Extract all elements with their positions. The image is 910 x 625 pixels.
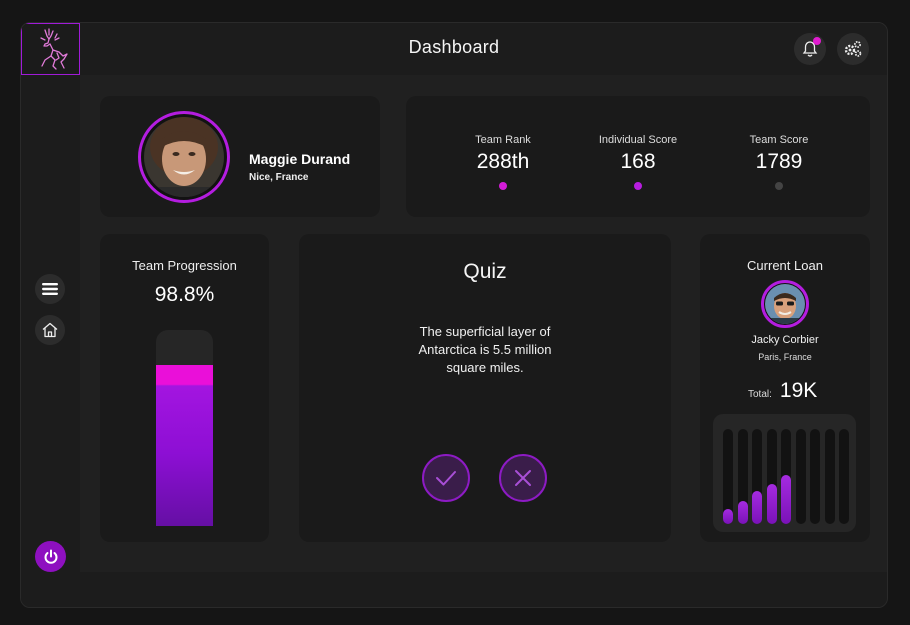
loan-bar-fill bbox=[752, 491, 762, 524]
menu-button[interactable] bbox=[35, 274, 65, 304]
loan-bar-fill bbox=[723, 509, 733, 524]
current-loan-card: Current Loan Jacky Corbier Paris, France… bbox=[700, 234, 870, 542]
home-button[interactable] bbox=[35, 315, 65, 345]
avatar[interactable] bbox=[138, 111, 230, 203]
stat-indicator-dot bbox=[775, 182, 783, 190]
loan-bar-track bbox=[810, 429, 820, 524]
loan-bar-fill bbox=[766, 484, 777, 524]
loan-bar-track bbox=[752, 429, 762, 524]
loan-avatar[interactable] bbox=[761, 280, 809, 328]
loan-avatar-image bbox=[765, 284, 805, 324]
top-bar: Dashboard bbox=[21, 23, 887, 75]
bottom-bar bbox=[21, 572, 887, 607]
quiz-title: Quiz bbox=[463, 260, 507, 283]
loan-bar-track bbox=[795, 429, 806, 524]
app-window: Dashboard Maggie Durand Nice, France Tea… bbox=[20, 22, 888, 608]
loan-bar-track bbox=[824, 429, 835, 524]
loan-total-label: Total: bbox=[748, 389, 772, 400]
power-icon bbox=[44, 549, 57, 564]
notification-badge bbox=[813, 37, 821, 45]
loan-bar-track bbox=[737, 429, 748, 524]
stat-individual-score: Individual Score 168 bbox=[578, 134, 698, 190]
settings-button[interactable] bbox=[837, 33, 869, 65]
stat-label: Team Rank bbox=[475, 134, 531, 146]
quiz-false-button[interactable] bbox=[499, 454, 547, 502]
loan-title: Current Loan bbox=[747, 258, 823, 273]
progression-bar-fill bbox=[156, 365, 213, 526]
close-icon bbox=[515, 470, 531, 486]
loan-bar-track bbox=[766, 429, 777, 524]
profile-name: Maggie Durand bbox=[249, 151, 351, 167]
progression-title: Team Progression bbox=[132, 258, 237, 273]
loan-bar-chart bbox=[713, 414, 856, 532]
stats-card: Team Rank 288th Individual Score 168 Tea… bbox=[406, 96, 870, 217]
profile-card: Maggie Durand Nice, France bbox=[100, 96, 380, 217]
stat-value: 1789 bbox=[755, 150, 803, 173]
stat-value: 288th bbox=[476, 150, 530, 173]
avatar-image bbox=[144, 117, 224, 197]
loan-location: Paris, France bbox=[758, 352, 812, 362]
loan-total: Total: 19K bbox=[748, 379, 817, 403]
stat-label: Individual Score bbox=[598, 134, 678, 146]
power-button[interactable] bbox=[35, 541, 66, 572]
stat-indicator-dot bbox=[634, 182, 642, 190]
loan-bar-fill bbox=[737, 501, 748, 524]
notifications-button[interactable] bbox=[794, 33, 826, 65]
stat-team-score: Team Score 1789 bbox=[719, 134, 839, 190]
quiz-card: Quiz The superficial layer of Antarctica… bbox=[299, 234, 671, 542]
stat-label: Team Score bbox=[749, 134, 809, 146]
progression-bar-track bbox=[156, 330, 213, 526]
team-progression-card: Team Progression 98.8% bbox=[100, 234, 269, 542]
home-icon bbox=[42, 322, 58, 338]
page-title: Dashboard bbox=[408, 37, 500, 57]
gears-icon bbox=[844, 41, 862, 57]
stat-indicator-dot bbox=[499, 182, 507, 190]
profile-location: Nice, France bbox=[249, 172, 309, 183]
stat-team-rank: Team Rank 288th bbox=[443, 134, 563, 190]
loan-total-value: 19K bbox=[779, 379, 818, 402]
loan-bar-fill bbox=[781, 475, 791, 524]
quiz-question: The superficial layer of Antarctica is 5… bbox=[418, 324, 552, 375]
menu-icon bbox=[42, 283, 58, 295]
loan-name: Jacky Corbier bbox=[751, 334, 819, 346]
loan-bar-track bbox=[781, 429, 791, 524]
quiz-true-button[interactable] bbox=[422, 454, 470, 502]
sidebar bbox=[21, 75, 80, 572]
loan-bar-track bbox=[839, 429, 849, 524]
loan-bar-track bbox=[723, 429, 733, 524]
check-icon bbox=[436, 471, 456, 486]
stat-value: 168 bbox=[620, 150, 656, 173]
progression-value: 98.8% bbox=[154, 283, 215, 306]
